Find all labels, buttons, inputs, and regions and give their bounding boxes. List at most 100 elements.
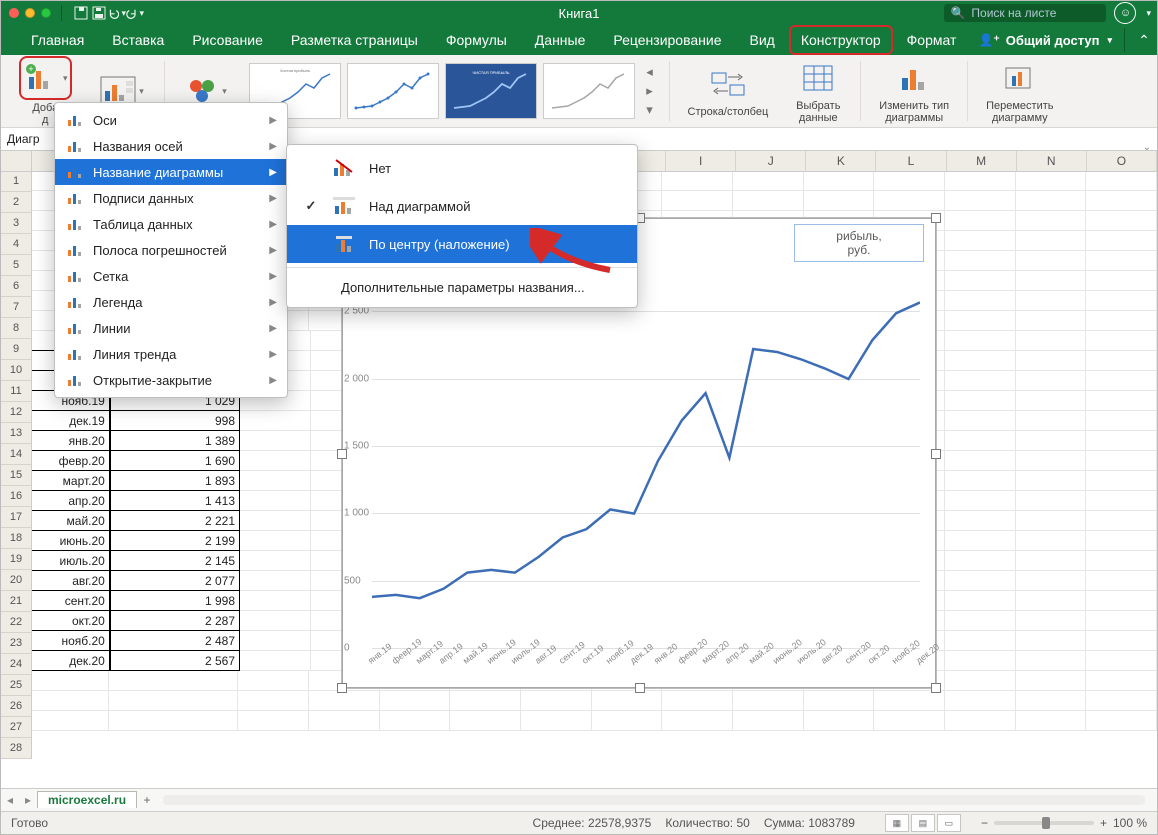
resize-handle[interactable] [931, 449, 941, 459]
cell[interactable]: дек.20 [31, 651, 110, 671]
cell[interactable] [1016, 311, 1087, 331]
cell[interactable] [945, 671, 1016, 691]
gallery-scroll[interactable]: ◂▸▾ [641, 64, 659, 118]
cell[interactable] [945, 531, 1016, 551]
cell[interactable]: февр.20 [31, 451, 110, 471]
cell[interactable]: 1 690 [110, 451, 240, 471]
cell[interactable] [945, 291, 1016, 311]
sheet-tab[interactable]: microexcel.ru [37, 791, 137, 808]
row-header[interactable]: 13 [1, 423, 31, 444]
submenu-none[interactable]: Нет [287, 149, 637, 187]
cell[interactable] [1086, 611, 1157, 631]
cell[interactable] [1086, 311, 1157, 331]
row-header[interactable]: 10 [1, 360, 31, 381]
cell[interactable] [662, 191, 733, 211]
cell[interactable] [1016, 491, 1087, 511]
cell[interactable] [31, 671, 109, 691]
cell[interactable] [945, 451, 1016, 471]
cell[interactable]: 2 199 [110, 531, 240, 551]
cell[interactable] [109, 711, 238, 731]
cell[interactable] [945, 431, 1016, 451]
tab-page-layout[interactable]: Разметка страницы [277, 25, 432, 55]
row-header[interactable]: 16 [1, 486, 31, 507]
cell[interactable] [1086, 371, 1157, 391]
horizontal-scrollbar[interactable] [163, 795, 1145, 805]
cell[interactable] [240, 651, 311, 671]
zoom-out-icon[interactable]: − [981, 816, 988, 830]
cell[interactable] [1016, 671, 1087, 691]
cell[interactable] [1086, 331, 1157, 351]
cell[interactable] [1016, 471, 1087, 491]
menu-item-updown[interactable]: Открытие-закрытие▶ [55, 367, 287, 393]
resize-handle[interactable] [931, 213, 941, 223]
row-header[interactable]: 26 [1, 696, 31, 717]
cell[interactable] [1086, 231, 1157, 251]
row-header[interactable]: 6 [1, 276, 31, 297]
cell[interactable] [874, 691, 945, 711]
cell[interactable] [450, 711, 521, 731]
cell[interactable] [1016, 511, 1087, 531]
cell[interactable] [1016, 391, 1087, 411]
cell[interactable]: май.20 [31, 511, 110, 531]
row-header[interactable]: 2 [1, 192, 31, 213]
row-header[interactable]: 11 [1, 381, 31, 402]
cell[interactable] [945, 571, 1016, 591]
cell[interactable] [1086, 691, 1157, 711]
view-normal-button[interactable]: ▦ [885, 814, 909, 832]
search-input[interactable] [969, 5, 1100, 21]
row-header[interactable]: 18 [1, 528, 31, 549]
sheet-nav-prev[interactable]: ▸ [19, 793, 37, 807]
row-headers[interactable]: 1234567891011121314151617181920212223242… [1, 171, 32, 759]
cell[interactable] [309, 691, 380, 711]
cell[interactable] [945, 251, 1016, 271]
cell[interactable] [874, 191, 945, 211]
cell[interactable] [238, 671, 309, 691]
cell[interactable] [945, 691, 1016, 711]
cell[interactable] [1086, 631, 1157, 651]
column-header[interactable]: I [666, 151, 736, 171]
cell[interactable]: дек.19 [31, 411, 110, 431]
menu-item-axes[interactable]: Оси▶ [55, 107, 287, 133]
submenu-above-chart[interactable]: ✓ Над диаграммой [287, 187, 637, 225]
cell[interactable] [945, 351, 1016, 371]
cell[interactable]: июнь.20 [31, 531, 110, 551]
cell[interactable]: нояб.20 [31, 631, 110, 651]
cell[interactable] [804, 691, 875, 711]
cell[interactable] [238, 711, 309, 731]
cell[interactable] [1086, 591, 1157, 611]
cell[interactable] [240, 531, 311, 551]
cell[interactable] [1086, 511, 1157, 531]
cell[interactable]: 2 287 [110, 611, 240, 631]
column-header[interactable]: L [876, 151, 946, 171]
cell[interactable] [1086, 451, 1157, 471]
cell[interactable] [1086, 711, 1157, 731]
cell[interactable] [874, 171, 945, 191]
chart-style-4[interactable] [543, 63, 635, 119]
cell[interactable] [521, 711, 592, 731]
menu-item-data-labels[interactable]: Подписи данных▶ [55, 185, 287, 211]
cell[interactable] [945, 331, 1016, 351]
cell[interactable] [1016, 211, 1087, 231]
cell[interactable] [945, 211, 1016, 231]
cell[interactable] [945, 711, 1016, 731]
cell[interactable] [1016, 231, 1087, 251]
cell[interactable] [240, 411, 311, 431]
tab-home[interactable]: Главная [17, 25, 98, 55]
add-sheet-button[interactable]: + [137, 793, 157, 807]
cell[interactable] [1086, 531, 1157, 551]
column-header[interactable]: O [1087, 151, 1157, 171]
cell[interactable] [945, 491, 1016, 511]
cell[interactable] [804, 191, 875, 211]
cell[interactable] [1086, 391, 1157, 411]
menu-item-legend[interactable]: Легенда▶ [55, 289, 287, 315]
cell[interactable] [380, 711, 451, 731]
cell[interactable] [945, 551, 1016, 571]
cell[interactable] [109, 691, 238, 711]
cell[interactable]: 1 998 [110, 591, 240, 611]
cell[interactable]: окт.20 [31, 611, 110, 631]
cell[interactable] [945, 371, 1016, 391]
cell[interactable] [945, 511, 1016, 531]
cell[interactable] [1086, 171, 1157, 191]
cell[interactable] [733, 711, 804, 731]
search-box[interactable]: 🔍 [944, 4, 1106, 22]
